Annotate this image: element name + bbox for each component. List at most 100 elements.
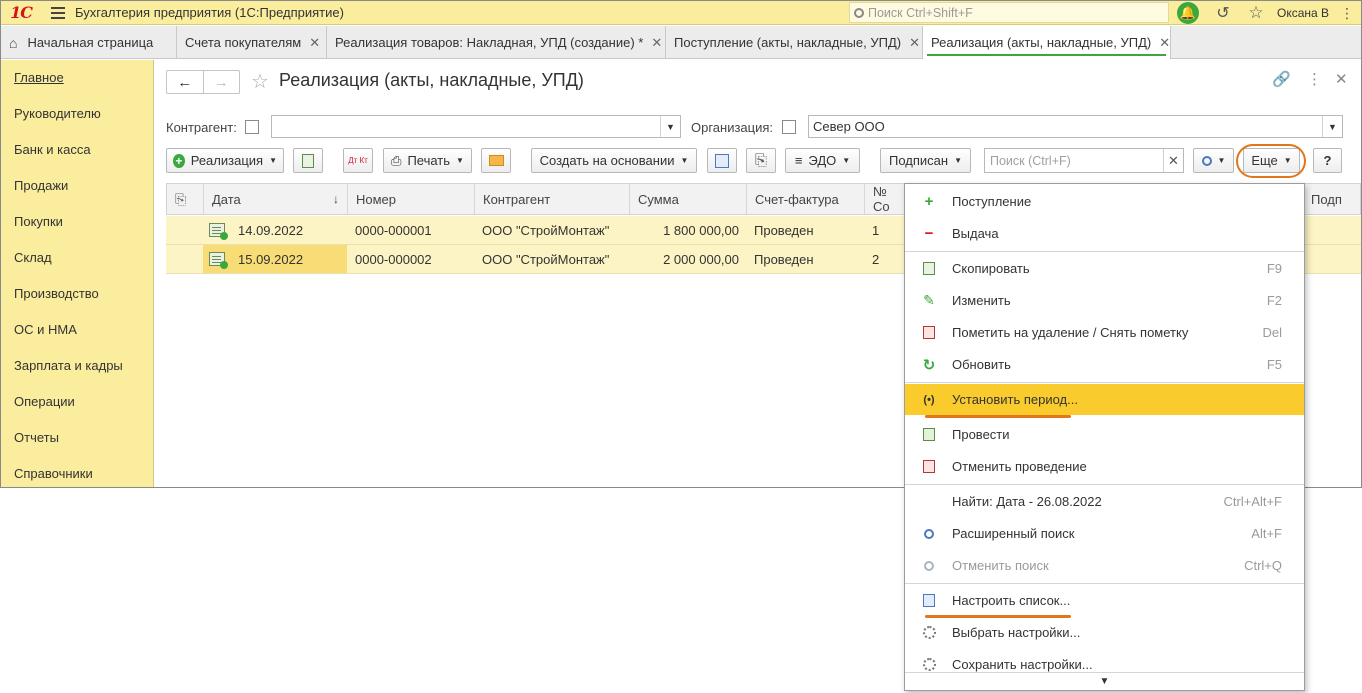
sidebar-item-production[interactable]: Производство	[14, 286, 99, 301]
sidebar-item-management[interactable]: Руководителю	[14, 106, 101, 121]
copy-button[interactable]	[293, 148, 323, 173]
help-button[interactable]: ?	[1313, 148, 1342, 173]
tab-customer-invoices[interactable]: Счета покупателям ✕	[177, 26, 327, 59]
menu-item-choose-settings[interactable]: Выбрать настройки...	[905, 617, 1304, 648]
column-counterparty[interactable]: Контрагент	[475, 184, 630, 214]
list-search-placeholder: Поиск (Ctrl+F)	[990, 153, 1071, 168]
sidebar-item-catalogs[interactable]: Справочники	[14, 466, 93, 481]
sidebar-item-operations[interactable]: Операции	[14, 394, 75, 409]
period-icon: (•)	[923, 393, 935, 406]
chevron-down-icon: ▼	[456, 156, 464, 165]
forward-button[interactable]: →	[202, 71, 240, 93]
dtkt-button[interactable]: Дт Кт	[343, 148, 373, 173]
edo-button[interactable]: ≡ ЭДО ▼	[785, 148, 860, 173]
menu-item-label: Найти: Дата - 26.08.2022	[952, 494, 1102, 509]
global-search-input[interactable]: Поиск Ctrl+Shift+F	[849, 2, 1169, 23]
column-invoice[interactable]: Счет-фактура	[747, 184, 865, 214]
column-signed[interactable]: Подп	[1303, 184, 1353, 214]
pencil-icon: ✎	[923, 292, 935, 308]
email-button[interactable]	[481, 148, 511, 173]
column-n[interactable]: № Со	[865, 184, 907, 214]
menu-item-find-date[interactable]: Найти: Дата - 26.08.2022 Ctrl+Alt+F	[905, 486, 1304, 517]
post-icon	[920, 428, 938, 441]
menu-item-issue[interactable]: − Выдача	[905, 218, 1304, 249]
create-based-on-button[interactable]: Создать на основании ▼	[531, 148, 697, 173]
menu-item-set-period[interactable]: (•) Установить период...	[905, 384, 1304, 415]
user-name[interactable]: Оксана В	[1277, 1, 1329, 25]
create-sale-button[interactable]: + Реализация ▼	[166, 148, 284, 173]
close-icon[interactable]: ✕	[651, 35, 662, 51]
sidebar-item-warehouse[interactable]: Склад	[14, 250, 52, 265]
close-icon[interactable]: ✕	[1335, 70, 1348, 88]
menu-item-unpost[interactable]: Отменить проведение	[905, 451, 1304, 482]
history-icon[interactable]: ↺	[1211, 1, 1235, 25]
sidebar-item-reports[interactable]: Отчеты	[14, 430, 59, 445]
counterparty-checkbox[interactable]	[245, 120, 259, 134]
main-menu-icon[interactable]	[41, 6, 75, 19]
edo-label: ЭДО	[808, 153, 837, 168]
row-n: 1	[872, 222, 880, 238]
counterparty-field[interactable]: ▼	[271, 115, 681, 138]
menu-item-refresh[interactable]: ↻ Обновить F5	[905, 349, 1304, 380]
tab-receipts[interactable]: Поступление (акты, накладные, УПД) ✕	[666, 26, 923, 59]
nav-buttons: ← →	[166, 70, 240, 94]
row-number: 0000-000002	[355, 251, 432, 267]
menu-separator	[905, 382, 1304, 383]
tab-label: Реализация товаров: Накладная, УПД (созд…	[335, 35, 644, 50]
tab-home[interactable]: ⌂ Начальная страница	[1, 26, 177, 59]
sidebar-item-bank[interactable]: Банк и касса	[14, 142, 91, 157]
signed-filter-button[interactable]: Подписан ▼	[880, 148, 971, 173]
search-options-button[interactable]: ▼	[1193, 148, 1234, 173]
tab-sales[interactable]: Реализация (акты, накладные, УПД) ✕	[923, 26, 1171, 59]
attachment-column-icon: ⎘	[167, 184, 204, 214]
favorites-icon[interactable]: ☆	[1244, 1, 1268, 25]
more-vertical-icon[interactable]: ⋮	[1337, 1, 1357, 25]
list-search-input[interactable]: Поиск (Ctrl+F) ✕	[984, 148, 1184, 173]
menu-scroll-down-icon[interactable]: ▼	[905, 672, 1304, 690]
global-search-placeholder: Поиск Ctrl+Shift+F	[868, 5, 973, 20]
sidebar-item-payroll[interactable]: Зарплата и кадры	[14, 358, 123, 373]
row-counterparty: ООО "СтройМонтаж"	[482, 222, 610, 238]
close-icon[interactable]: ✕	[309, 35, 320, 51]
sidebar-item-sales[interactable]: Продажи	[14, 178, 68, 193]
tab-label: Счета покупателям	[185, 35, 302, 50]
edo-icon: ≡	[794, 153, 803, 168]
tab-label: Начальная страница	[27, 35, 154, 50]
notifications-button[interactable]: 🔔	[1176, 1, 1200, 25]
print-button[interactable]: ⎙ Печать ▼	[383, 148, 472, 173]
menu-item-post[interactable]: Провести	[905, 419, 1304, 450]
organization-checkbox[interactable]	[782, 120, 796, 134]
sidebar-item-purchases[interactable]: Покупки	[14, 214, 63, 229]
chevron-down-icon[interactable]: ▼	[1322, 116, 1342, 137]
help-label: ?	[1323, 153, 1332, 168]
column-sum[interactable]: Сумма	[630, 184, 747, 214]
menu-item-label: Пометить на удаление / Снять пометку	[952, 325, 1189, 340]
column-number[interactable]: Номер	[348, 184, 475, 214]
search-icon	[854, 7, 864, 18]
sidebar-item-fixed-assets[interactable]: ОС и НМА	[14, 322, 77, 337]
menu-item-mark-delete[interactable]: Пометить на удаление / Снять пометку Del	[905, 317, 1304, 348]
add-favorite-star-icon[interactable]: ☆	[251, 69, 269, 94]
menu-item-receipt[interactable]: + Поступление	[905, 186, 1304, 217]
link-icon[interactable]: 🔗	[1272, 70, 1291, 88]
close-icon[interactable]: ✕	[909, 35, 920, 51]
cancel-search-icon	[920, 560, 938, 571]
structure-button[interactable]	[707, 148, 737, 173]
menu-item-edit[interactable]: ✎ Изменить F2	[905, 285, 1304, 316]
column-date-label: Дата	[212, 191, 241, 207]
menu-item-label: Настроить список...	[952, 593, 1071, 608]
close-icon[interactable]: ✕	[1159, 35, 1170, 51]
menu-item-configure-list[interactable]: Настроить список...	[905, 585, 1304, 616]
attach-button[interactable]: ⎘	[746, 148, 776, 173]
more-vertical-icon[interactable]: ⋮	[1307, 70, 1322, 88]
menu-item-advanced-search[interactable]: Расширенный поиск Alt+F	[905, 518, 1304, 549]
chevron-down-icon[interactable]: ▼	[660, 116, 680, 137]
organization-field[interactable]: Север ООО ▼	[808, 115, 1343, 138]
column-date[interactable]: Дата ↓	[204, 184, 348, 214]
sidebar-item-main[interactable]: Главное	[14, 70, 64, 85]
menu-item-copy[interactable]: Скопировать F9	[905, 253, 1304, 284]
clear-icon[interactable]: ✕	[1163, 149, 1183, 172]
more-dropdown-menu: + Поступление − Выдача Скопировать F9 ✎ …	[904, 183, 1305, 691]
back-button[interactable]: ←	[167, 71, 203, 93]
tab-sale-new[interactable]: Реализация товаров: Накладная, УПД (созд…	[327, 26, 666, 59]
